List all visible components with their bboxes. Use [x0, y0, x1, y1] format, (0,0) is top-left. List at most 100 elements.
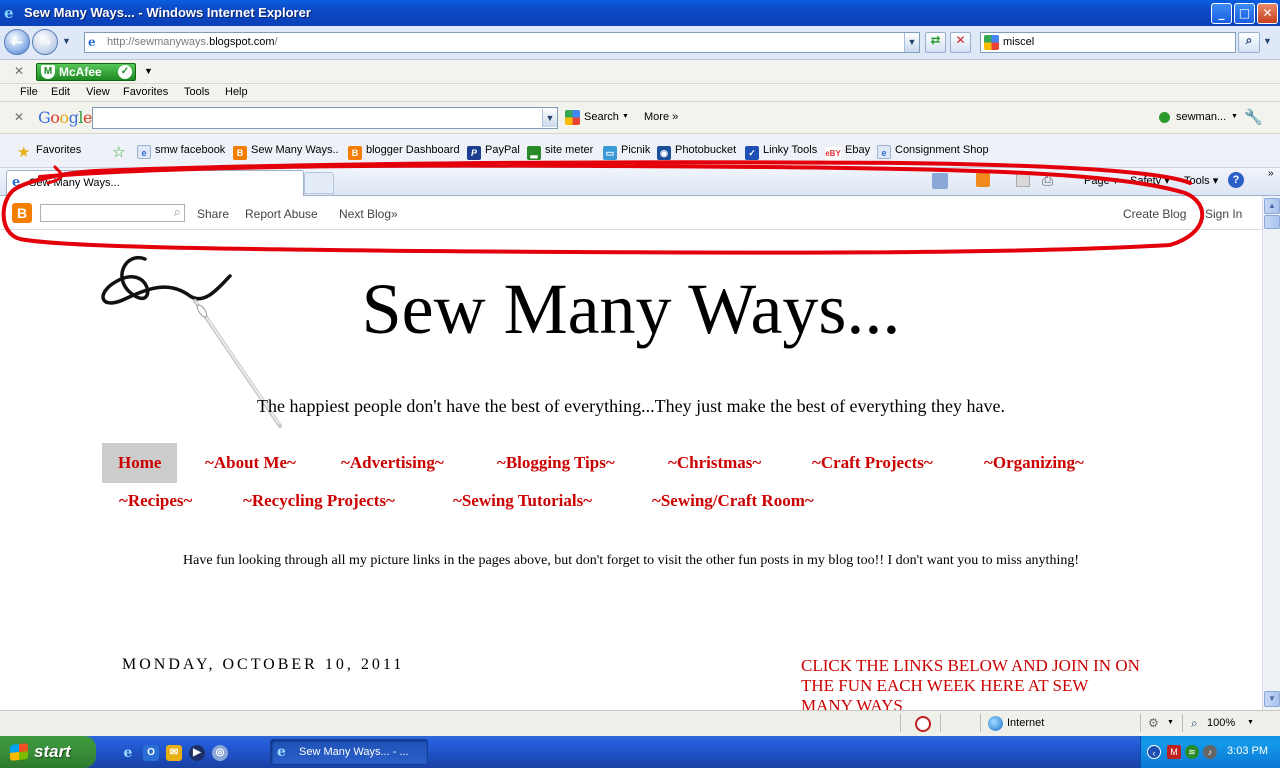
- home-icon[interactable]: [932, 173, 948, 189]
- help-icon[interactable]: ?: [1228, 172, 1244, 188]
- scroll-up-icon[interactable]: ▲: [1264, 198, 1280, 214]
- tray-network-icon[interactable]: ≋: [1185, 745, 1199, 759]
- menu-favorites[interactable]: Favorites: [123, 86, 168, 98]
- favorites-button[interactable]: Favorites: [36, 144, 81, 156]
- page-tab-home[interactable]: Home: [102, 443, 178, 483]
- blog-search-input[interactable]: ⌕: [40, 204, 185, 222]
- print-icon[interactable]: ⎙: [1042, 172, 1053, 189]
- mcafee-dropdown-icon[interactable]: ▼: [144, 66, 153, 76]
- forward-button[interactable]: →: [32, 29, 58, 55]
- page-tab-blogging-tips[interactable]: ~Blogging Tips~: [497, 453, 615, 473]
- scroll-down-icon[interactable]: ▼: [1264, 691, 1280, 707]
- quicklaunch-media-player-icon[interactable]: ▶: [189, 745, 205, 761]
- fav-consignment-shop[interactable]: e Consignment Shop: [877, 144, 989, 159]
- search-dropdown-icon[interactable]: ▼: [622, 113, 629, 120]
- blog-title[interactable]: Sew Many Ways...: [0, 268, 1262, 351]
- read-mail-icon[interactable]: [1016, 173, 1030, 187]
- share-link[interactable]: Share: [197, 207, 229, 221]
- google-search-button[interactable]: Search: [584, 111, 619, 123]
- fav-paypal[interactable]: P PayPal: [467, 144, 520, 160]
- tab-sew-many-ways[interactable]: e Sew Many Ways...: [6, 170, 304, 196]
- maximize-button[interactable]: □: [1234, 3, 1255, 24]
- google-more-button[interactable]: More »: [644, 111, 678, 123]
- live-search-field[interactable]: miscel: [980, 32, 1236, 53]
- vertical-scrollbar[interactable]: ▲ ▼: [1262, 196, 1280, 710]
- fav-smw-facebook[interactable]: e smw facebook: [137, 144, 225, 159]
- feeds-icon[interactable]: [976, 173, 990, 187]
- tools-menu[interactable]: Tools ▾: [1184, 174, 1218, 187]
- fav-site-meter[interactable]: ▂ site meter: [527, 144, 593, 160]
- page-tab-recycling-projects[interactable]: ~Recycling Projects~: [243, 491, 395, 511]
- google-search-dropdown[interactable]: ▼: [542, 109, 557, 127]
- page-menu[interactable]: Page ▾: [1084, 174, 1118, 187]
- scroll-thumb[interactable]: [1264, 215, 1280, 229]
- close-button[interactable]: ✕: [1257, 3, 1278, 24]
- zoom-dropdown-icon[interactable]: ▼: [1247, 719, 1254, 726]
- tray-mcafee-icon[interactable]: M: [1167, 745, 1181, 759]
- page-tab-sewing-craft-room[interactable]: ~Sewing/Craft Room~: [652, 491, 814, 511]
- blogger-navbar: B ⌕ Share Report Abuse Next Blog» Create…: [0, 196, 1262, 230]
- page-tab-craft-projects[interactable]: ~Craft Projects~: [812, 453, 933, 473]
- quicklaunch-ie-icon[interactable]: e: [120, 745, 136, 761]
- close-toolbar-icon[interactable]: ✕: [14, 64, 24, 78]
- address-dropdown-button[interactable]: ▼: [904, 33, 919, 52]
- quicklaunch-desktop-icon[interactable]: ◎: [212, 745, 228, 761]
- address-field[interactable]: e http://sewmanyways.blogspot.com/ ▼: [84, 32, 920, 53]
- page-tab-organizing[interactable]: ~Organizing~: [984, 453, 1084, 473]
- page-tab-recipes[interactable]: ~Recipes~: [119, 491, 192, 511]
- internet-zone-icon: [988, 716, 1003, 731]
- blogger-icon[interactable]: B: [12, 203, 32, 223]
- tray-collapse-icon[interactable]: ‹: [1147, 745, 1161, 759]
- mcafee-siteadvisor-button[interactable]: M McAfee ✓: [36, 63, 136, 81]
- menu-view[interactable]: View: [86, 86, 110, 98]
- fav-linky-tools[interactable]: ✓ Linky Tools: [745, 144, 817, 160]
- page-tab-sewing-tutorials[interactable]: ~Sewing Tutorials~: [453, 491, 592, 511]
- wrench-icon[interactable]: 🔧: [1244, 108, 1263, 126]
- recent-pages-dropdown-icon[interactable]: ▼: [62, 36, 71, 46]
- page-tab-christmas[interactable]: ~Christmas~: [668, 453, 761, 473]
- back-button[interactable]: ←: [4, 29, 30, 55]
- close-toolbar-icon[interactable]: ✕: [14, 110, 24, 124]
- fav-picnik[interactable]: ▭ Picnik: [603, 144, 650, 160]
- search-options-dropdown-icon[interactable]: ▼: [1263, 36, 1272, 46]
- system-clock[interactable]: 3:03 PM: [1227, 745, 1268, 757]
- search-icon[interactable]: ⌕: [174, 204, 181, 220]
- privacy-report-icon[interactable]: [915, 716, 931, 732]
- protected-mode-dropdown-icon[interactable]: ▼: [1167, 719, 1174, 726]
- add-to-favorites-icon[interactable]: ☆: [112, 143, 125, 161]
- window-title-bar[interactable]: e Sew Many Ways... - Windows Internet Ex…: [0, 0, 1280, 26]
- menu-edit[interactable]: Edit: [51, 86, 70, 98]
- refresh-button[interactable]: ⇄: [925, 32, 946, 53]
- toolbar-overflow-icon[interactable]: »: [1268, 168, 1274, 179]
- picnik-icon: ▭: [603, 146, 617, 160]
- report-abuse-link[interactable]: Report Abuse: [245, 207, 318, 221]
- search-go-button[interactable]: ⌕: [1238, 32, 1260, 53]
- next-blog-link[interactable]: Next Blog»: [339, 207, 398, 221]
- quicklaunch-mail-icon[interactable]: ✉: [166, 745, 182, 761]
- sign-in-link[interactable]: Sign In: [1205, 207, 1242, 221]
- fav-sew-many-ways[interactable]: B Sew Many Ways..: [233, 144, 339, 160]
- safety-menu[interactable]: Safety ▾: [1130, 174, 1170, 187]
- quicklaunch-outlook-icon[interactable]: O: [143, 745, 159, 761]
- google-account-button[interactable]: sewman...: [1176, 111, 1226, 123]
- fav-ebay[interactable]: eBY Ebay: [825, 144, 870, 161]
- google-search-input[interactable]: ▼: [92, 107, 558, 129]
- menu-file[interactable]: File: [20, 86, 38, 98]
- account-dropdown-icon[interactable]: ▼: [1231, 113, 1238, 120]
- page-tab-advertising[interactable]: ~Advertising~: [341, 453, 444, 473]
- new-tab-button[interactable]: [304, 172, 334, 194]
- stop-button[interactable]: ✕: [950, 32, 971, 53]
- fav-blogger-dashboard[interactable]: Bblogger Dashboard: [348, 144, 460, 160]
- taskbar-item-ie-window[interactable]: e Sew Many Ways... - ...: [270, 739, 428, 765]
- protected-mode-icon[interactable]: ⚙: [1148, 716, 1159, 730]
- zoom-icon[interactable]: ⌕: [1191, 716, 1198, 731]
- menu-help[interactable]: Help: [225, 86, 248, 98]
- fav-photobucket[interactable]: ◉ Photobucket: [657, 144, 736, 160]
- minimize-button[interactable]: _: [1211, 3, 1232, 24]
- zoom-level[interactable]: 100%: [1207, 717, 1235, 729]
- start-button[interactable]: start: [0, 736, 96, 768]
- page-tab-about-me[interactable]: ~About Me~: [205, 453, 296, 473]
- create-blog-link[interactable]: Create Blog: [1123, 207, 1186, 221]
- tray-volume-icon[interactable]: ♪: [1203, 745, 1217, 759]
- menu-tools[interactable]: Tools: [184, 86, 210, 98]
